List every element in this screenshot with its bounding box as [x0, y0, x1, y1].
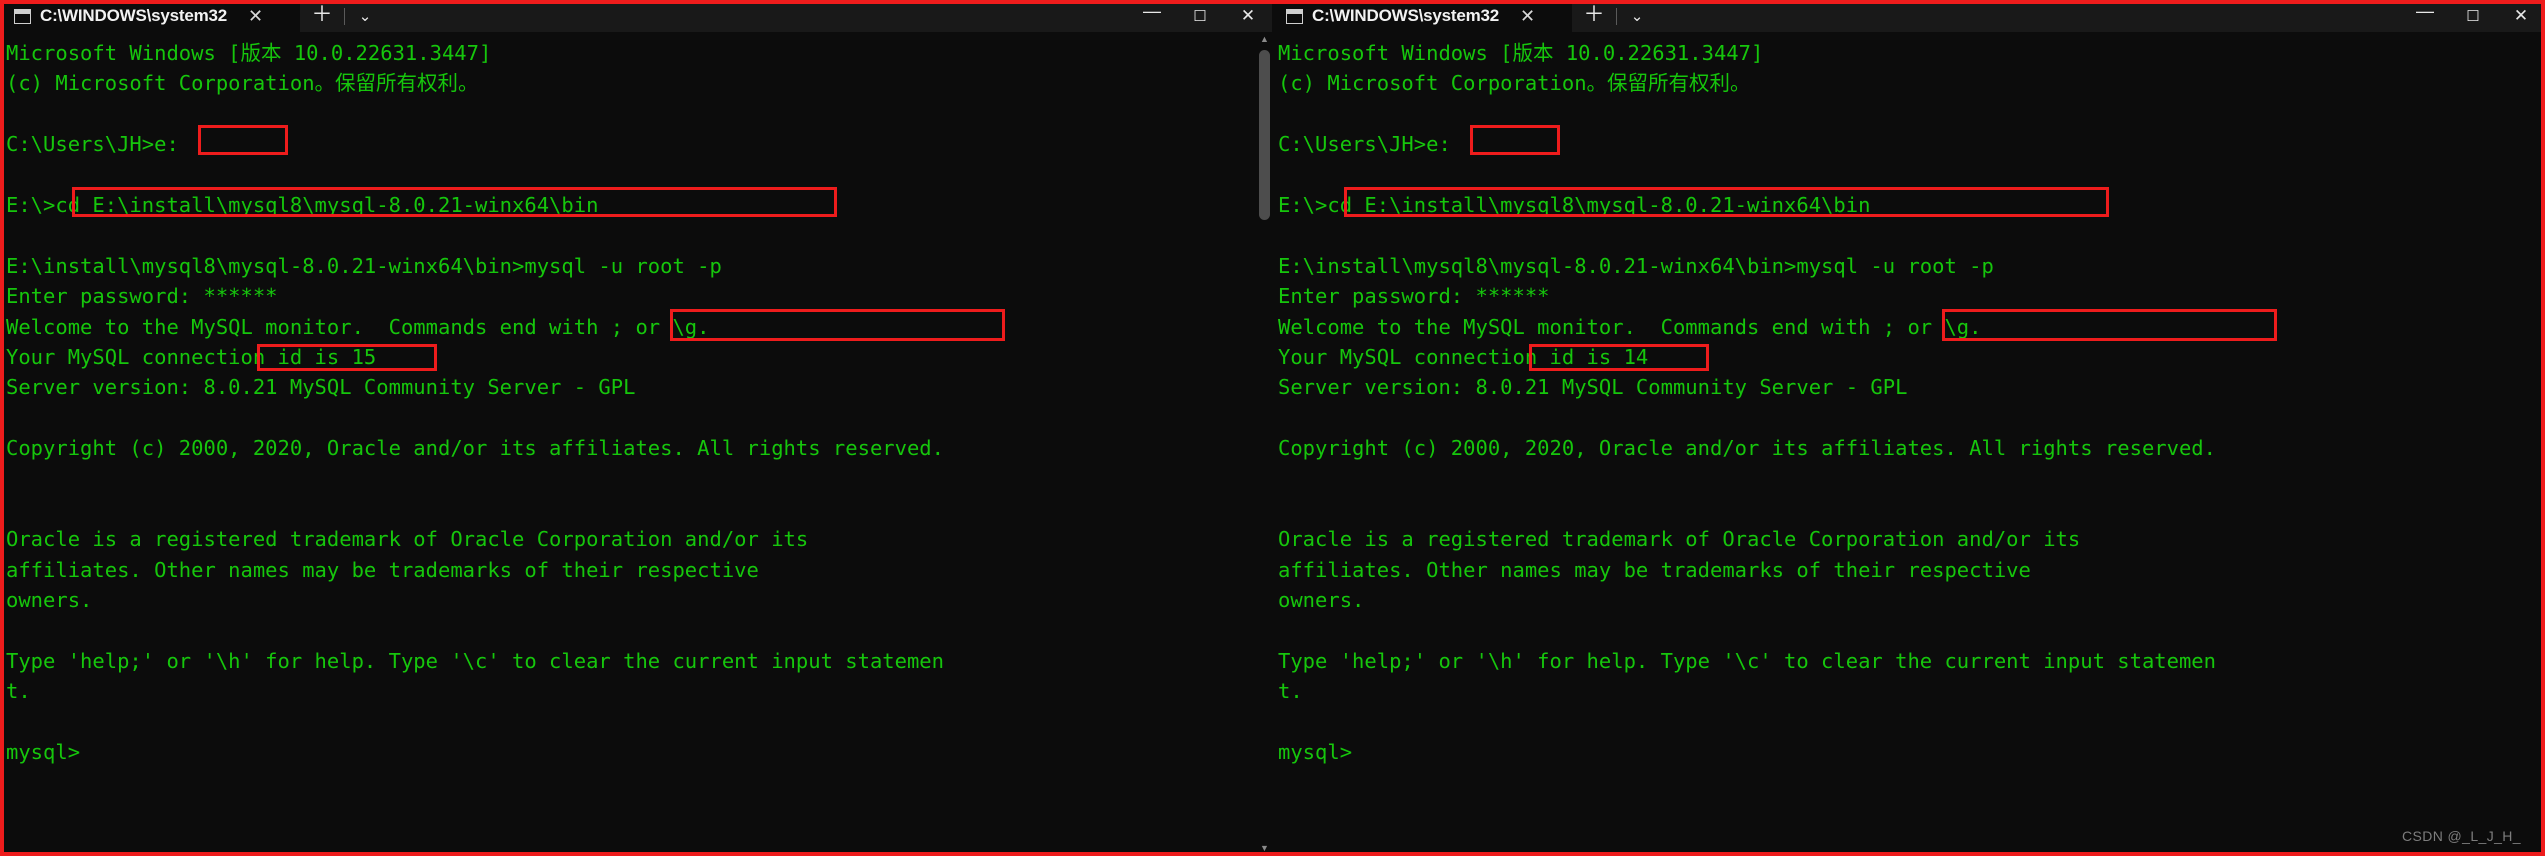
window-controls-left: — ☐ ✕: [1128, 0, 1272, 32]
console-line: affiliates. Other names may be trademark…: [1278, 557, 2031, 582]
console-line: affiliates. Other names may be trademark…: [6, 557, 759, 582]
tab-system32-right[interactable]: C:\WINDOWS\system32 ✕: [1272, 0, 1572, 32]
console-line-prompt-drive: C:\Users\JH>e:: [6, 132, 179, 157]
console-line: t.: [1278, 679, 1303, 704]
console-line-server-version: Server version: 8.0.21 MySQL Community S…: [1278, 375, 1908, 400]
watermark: CSDN @_L_J_H_: [2401, 828, 2521, 844]
scrollbar-left[interactable]: ▲ ▼: [1257, 32, 1272, 856]
console-line: Type 'help;' or '\h' for help. Type '\c'…: [6, 648, 944, 673]
console-line: Welcome to the MySQL monitor. Commands e…: [1278, 314, 1982, 339]
console-line-mysql-prompt: mysql>: [6, 739, 81, 764]
title-bar-drag-region-left: [385, 0, 1128, 32]
tab-bar-buttons-left: ＋ ⌄: [300, 0, 385, 32]
console-line: Welcome to the MySQL monitor. Commands e…: [6, 314, 710, 339]
tab-title-left: C:\WINDOWS\system32: [40, 6, 228, 25]
maximize-button-left[interactable]: ☐: [1176, 0, 1224, 32]
console-line: Type 'help;' or '\h' for help. Type '\c'…: [1278, 648, 2216, 673]
console-line: owners.: [1278, 588, 1365, 613]
title-bar-drag-region-right: [1657, 0, 2401, 32]
console-line: owners.: [6, 588, 93, 613]
console-output-right[interactable]: Microsoft Windows [版本 10.0.22631.3447] (…: [1272, 32, 2545, 856]
console-line: Microsoft Windows [版本 10.0.22631.3447]: [6, 41, 492, 65]
console-line: (c) Microsoft Corporation。保留所有权利。: [1278, 71, 1751, 96]
console-line: Oracle is a registered trademark of Orac…: [1278, 527, 2081, 552]
console-line-server-version: Server version: 8.0.21 MySQL Community S…: [6, 375, 636, 400]
new-tab-icon-left[interactable]: ＋: [300, 2, 344, 31]
console-line-prompt-cd: E:\>cd E:\install\mysql8\mysql-8.0.21-wi…: [6, 192, 599, 217]
scroll-up-icon-left[interactable]: ▲: [1257, 32, 1272, 47]
console-line: Oracle is a registered trademark of Orac…: [6, 527, 809, 552]
title-bar-right: C:\WINDOWS\system32 ✕ ＋ ⌄ — ☐ ✕: [1272, 0, 2545, 32]
title-bar-left: C:\WINDOWS\system32 ✕ ＋ ⌄ — ☐ ✕: [0, 0, 1272, 32]
close-window-button-left[interactable]: ✕: [1224, 0, 1272, 32]
terminal-window-left: C:\WINDOWS\system32 ✕ ＋ ⌄ — ☐ ✕ Microsof…: [0, 0, 1272, 856]
console-line-prompt-drive: C:\Users\JH>e:: [1278, 132, 1451, 157]
scroll-down-icon-left[interactable]: ▼: [1257, 841, 1272, 856]
chevron-down-icon-right[interactable]: ⌄: [1617, 7, 1657, 25]
minimize-button-left[interactable]: —: [1128, 0, 1176, 32]
console-line: t.: [6, 679, 31, 704]
scrollbar-thumb-left[interactable]: [1259, 50, 1270, 220]
screenshot-root: C:\WINDOWS\system32 ✕ ＋ ⌄ — ☐ ✕ Microsof…: [0, 0, 2545, 856]
console-line-mysql-prompt: mysql>: [1278, 739, 1353, 764]
chevron-down-icon-left[interactable]: ⌄: [345, 7, 385, 25]
console-line-prompt-cd: E:\>cd E:\install\mysql8\mysql-8.0.21-wi…: [1278, 192, 1871, 217]
console-line-password: Enter password: ******: [1278, 284, 1550, 309]
close-window-button-right[interactable]: ✕: [2497, 0, 2545, 32]
tab-bar-buttons-right: ＋ ⌄: [1572, 0, 1657, 32]
console-line: Microsoft Windows [版本 10.0.22631.3447]: [1278, 41, 1764, 65]
tab-title-right: C:\WINDOWS\system32: [1312, 6, 1500, 25]
console-line-copyright: Copyright (c) 2000, 2020, Oracle and/or …: [6, 436, 944, 461]
new-tab-icon-right[interactable]: ＋: [1572, 2, 1616, 31]
console-line-connection-id: Your MySQL connection id is 15: [6, 344, 377, 369]
close-tab-icon-left[interactable]: ✕: [242, 4, 269, 28]
window-controls-right: — ☐ ✕: [2401, 0, 2545, 32]
terminal-window-right: C:\WINDOWS\system32 ✕ ＋ ⌄ — ☐ ✕ Microsof…: [1272, 0, 2545, 856]
console-output-left[interactable]: Microsoft Windows [版本 10.0.22631.3447] (…: [0, 32, 1272, 856]
console-icon: [14, 8, 31, 24]
console-line-prompt-mysql: E:\install\mysql8\mysql-8.0.21-winx64\bi…: [6, 253, 722, 278]
console-line-connection-id: Your MySQL connection id is 14: [1278, 344, 1649, 369]
maximize-button-right[interactable]: ☐: [2449, 0, 2497, 32]
console-line-password: Enter password: ******: [6, 284, 278, 309]
console-line-copyright: Copyright (c) 2000, 2020, Oracle and/or …: [1278, 436, 2216, 461]
tab-system32-left[interactable]: C:\WINDOWS\system32 ✕: [0, 0, 300, 32]
console-icon: [1286, 8, 1303, 24]
minimize-button-right[interactable]: —: [2401, 0, 2449, 32]
console-line: (c) Microsoft Corporation。保留所有权利。: [6, 71, 479, 96]
close-tab-icon-right[interactable]: ✕: [1514, 4, 1541, 28]
console-line-prompt-mysql: E:\install\mysql8\mysql-8.0.21-winx64\bi…: [1278, 253, 1994, 278]
